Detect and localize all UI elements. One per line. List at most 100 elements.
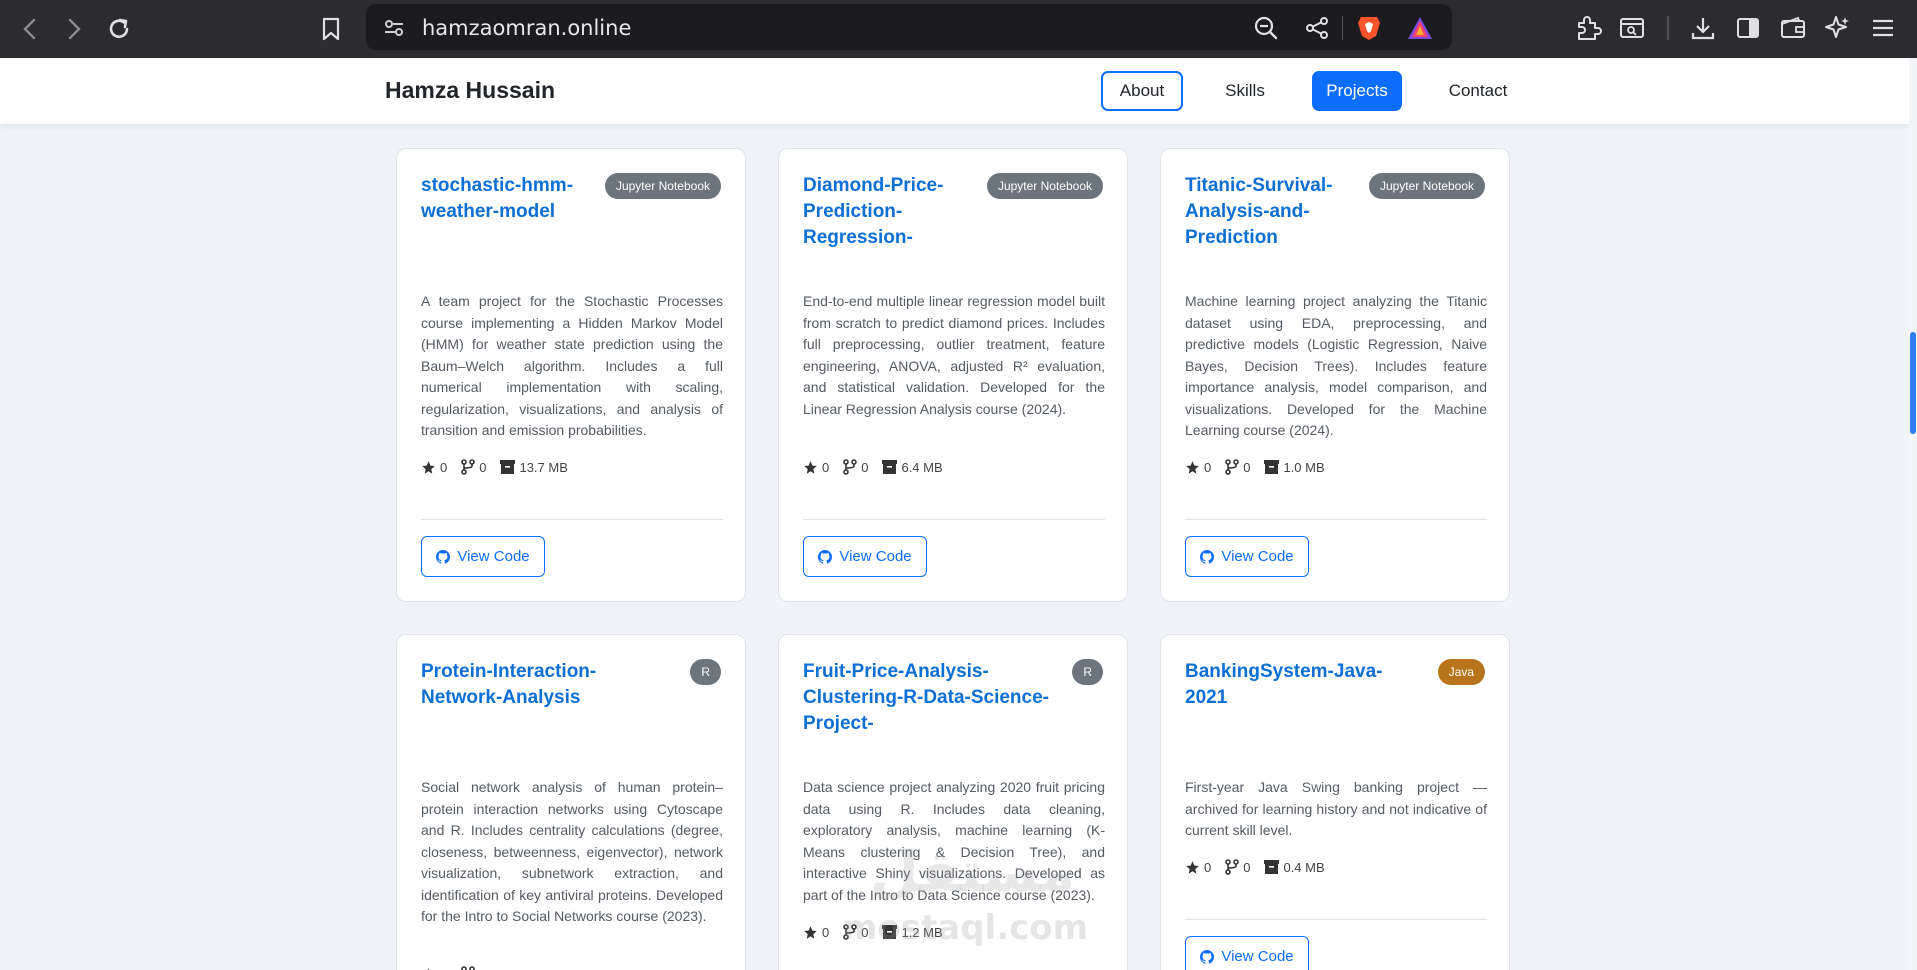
zoom-out-icon[interactable] (1252, 14, 1280, 42)
forks-stat: 0 (1225, 859, 1250, 875)
view-code-button[interactable]: View Code (803, 536, 927, 577)
menu-icon[interactable] (1867, 12, 1899, 44)
share-icon[interactable] (1303, 14, 1331, 42)
project-title[interactable]: Diamond-Price-Prediction-Regression- (803, 173, 1003, 251)
project-title[interactable]: Protein-Interaction-Network-Analysis (421, 659, 621, 711)
project-card: Fruit-Price-Analysis-Clustering-R-Data-S… (778, 634, 1128, 970)
url-text[interactable]: hamzaomran.online (422, 16, 631, 40)
site-header: Hamza Hussain About Skills Projects Cont… (0, 58, 1909, 124)
star-icon (804, 925, 817, 939)
project-card: Protein-Interaction-Network-Analysis R S… (396, 634, 746, 970)
project-stats: 0 0 (421, 965, 500, 970)
site-settings-icon[interactable] (380, 14, 408, 42)
forks-stat: 0 (461, 459, 486, 475)
forks-stat: 0 (843, 459, 868, 475)
project-card: Diamond-Price-Prediction-Regression- Jup… (778, 148, 1128, 602)
address-bar[interactable]: hamzaomran.online (366, 4, 1452, 50)
star-icon (422, 460, 435, 474)
fork-icon (1225, 859, 1240, 875)
page-search-icon[interactable] (1616, 12, 1648, 44)
forks-stat: 0 (843, 924, 868, 940)
language-badge: Java (1437, 659, 1485, 685)
archive-icon (1264, 460, 1280, 474)
scrollbar-track[interactable] (1909, 58, 1917, 970)
fork-icon (1225, 459, 1240, 475)
back-button[interactable] (14, 13, 46, 45)
project-title[interactable]: Fruit-Price-Analysis-Clustering-R-Data-S… (803, 659, 1063, 737)
reload-icon (109, 18, 129, 38)
project-stats: 0 0 0.4 MB (1185, 858, 1339, 876)
star-icon (1186, 860, 1199, 874)
stars-stat: 0 (803, 460, 829, 475)
chevron-left-icon (23, 18, 36, 40)
project-description: First-year Java Swing banking project — … (1185, 779, 1487, 838)
language-badge: Jupyter Notebook (1368, 173, 1485, 199)
star-icon (804, 460, 817, 474)
downloads-icon[interactable] (1687, 12, 1719, 44)
stars-stat: 0 (421, 460, 447, 475)
nav-skills[interactable]: Skills (1210, 71, 1280, 111)
bookmark-button[interactable] (315, 13, 347, 45)
forks-stat: 0 (1225, 459, 1250, 475)
archive-icon (882, 925, 898, 939)
project-stats: 0 0 1.2 MB (803, 923, 957, 941)
archive-icon (1264, 860, 1280, 874)
github-icon (818, 549, 833, 564)
nav-about[interactable]: About (1101, 71, 1183, 111)
fork-icon (843, 924, 858, 940)
sidebar-icon[interactable] (1732, 12, 1764, 44)
project-description: Social network analysis of human protein… (421, 779, 723, 924)
address-divider (1342, 16, 1343, 40)
size-stat: 1.0 MB (1264, 460, 1325, 475)
leo-ai-icon[interactable] (1822, 12, 1854, 44)
reload-button[interactable] (103, 13, 135, 45)
star-icon (427, 967, 430, 970)
github-icon (436, 549, 451, 564)
project-title[interactable]: stochastic-hmm-weather-model (421, 173, 621, 225)
forks-stat: 0 (461, 966, 486, 970)
project-stats: 0 0 6.4 MB (803, 458, 957, 476)
project-title[interactable]: BankingSystem-Java-2021 (1185, 659, 1385, 711)
stars-stat: 0 (803, 925, 829, 940)
card-divider (803, 519, 1105, 520)
view-code-button[interactable]: View Code (1185, 536, 1309, 577)
project-description: Data science project analyzing 2020 frui… (803, 779, 1105, 903)
stars-stat: 0 (421, 967, 447, 970)
fork-icon (461, 459, 476, 475)
project-card: Titanic-Survival-Analysis-and-Prediction… (1160, 148, 1510, 602)
card-divider (1185, 919, 1487, 920)
brave-shields-icon[interactable] (1355, 14, 1383, 42)
bookmark-icon (322, 17, 340, 41)
language-badge: R (1072, 659, 1103, 685)
card-divider (1185, 519, 1487, 520)
archive-icon (882, 460, 898, 474)
star-icon (1186, 460, 1199, 474)
brave-rewards-icon[interactable] (1406, 14, 1434, 42)
nav-projects[interactable]: Projects (1312, 71, 1402, 111)
view-code-button[interactable]: View Code (1185, 936, 1309, 970)
size-stat: 6.4 MB (882, 460, 943, 475)
language-badge: Jupyter Notebook (986, 173, 1103, 199)
forward-button[interactable] (58, 13, 90, 45)
stars-stat: 0 (1185, 460, 1211, 475)
project-stats: 0 0 13.7 MB (421, 458, 582, 476)
view-code-button[interactable]: View Code (421, 536, 545, 577)
fork-icon (461, 966, 476, 970)
wallet-icon[interactable] (1777, 12, 1809, 44)
github-icon (1200, 549, 1215, 564)
extensions-icon[interactable] (1572, 12, 1604, 44)
project-description: End-to-end multiple linear regression mo… (803, 293, 1105, 417)
stars-stat: 0 (1185, 860, 1211, 875)
site-brand[interactable]: Hamza Hussain (385, 77, 555, 104)
project-title[interactable]: Titanic-Survival-Analysis-and-Prediction (1185, 173, 1385, 251)
scrollbar-thumb[interactable] (1910, 332, 1916, 434)
project-description: Machine learning project analyzing the T… (1185, 293, 1487, 438)
size-stat: 0.4 MB (1264, 860, 1325, 875)
github-icon (1200, 949, 1215, 964)
language-badge: R (690, 659, 721, 685)
size-stat: 1.2 MB (882, 925, 943, 940)
project-card: BankingSystem-Java-2021 Java First-year … (1160, 634, 1510, 970)
nav-contact[interactable]: Contact (1438, 71, 1518, 111)
project-stats: 0 0 1.0 MB (1185, 458, 1339, 476)
card-divider (421, 519, 723, 520)
